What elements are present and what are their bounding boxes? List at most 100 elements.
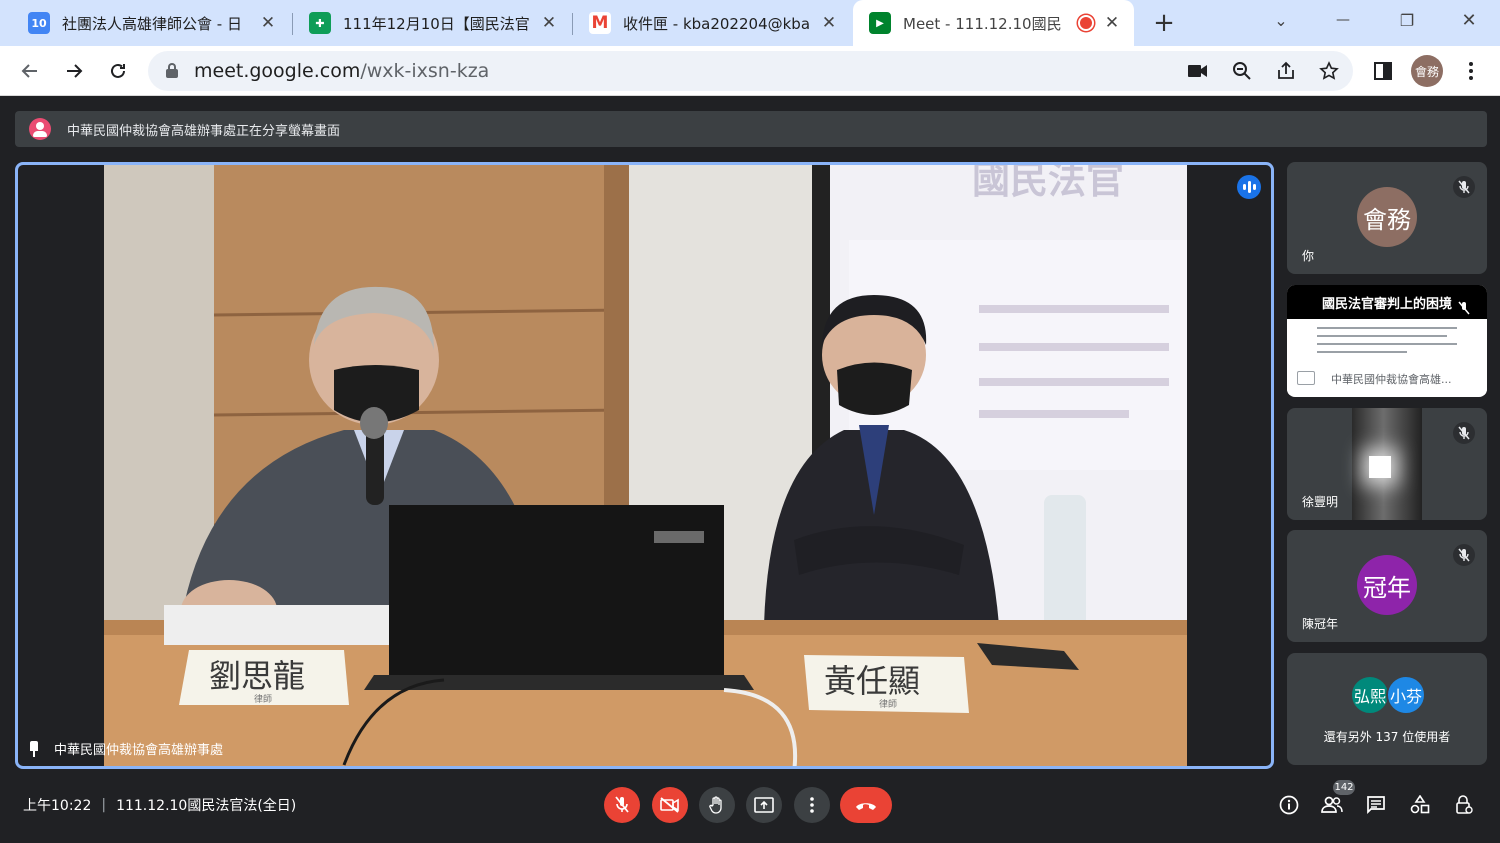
tab-strip: 10 社團法人高雄律師公會 - 日 ✕ ✚ 111年12月10日【國民法官 ✕ … bbox=[0, 0, 1500, 46]
other-participants-tile[interactable]: 弘熙 小芬 還有另外 137 位使用者 bbox=[1287, 653, 1487, 765]
people-button[interactable] bbox=[1319, 792, 1345, 818]
avatar: 會務 bbox=[1357, 187, 1417, 247]
tab-title: Meet - 111.12.10國民 bbox=[903, 14, 1062, 33]
tab-title: 收件匣 - kba202204@kba bbox=[623, 14, 811, 33]
calendar-icon: 10 bbox=[28, 12, 50, 34]
meeting-title: 111.12.10國民法官法(全日) bbox=[116, 798, 297, 814]
chat-button[interactable] bbox=[1363, 792, 1389, 818]
share-icon[interactable] bbox=[1272, 57, 1300, 85]
tab-meet-active[interactable]: ▶ Meet - 111.12.10國民 ✕ bbox=[853, 0, 1134, 46]
screen-share-banner: 中華民國仲裁協會高雄辦事處正在分享螢幕畫面 bbox=[15, 111, 1487, 147]
nameplate-left-sub: 律師 bbox=[254, 693, 272, 705]
close-icon[interactable]: ✕ bbox=[258, 13, 278, 33]
close-icon[interactable]: ✕ bbox=[819, 13, 839, 33]
slide-body: 中華民國仲裁協會高雄... bbox=[1287, 319, 1487, 395]
tab-event-sheet[interactable]: ✚ 111年12月10日【國民法官 ✕ bbox=[293, 0, 571, 46]
mic-off-icon bbox=[1453, 422, 1475, 444]
bookmark-star-icon[interactable] bbox=[1315, 57, 1343, 85]
present-icon bbox=[754, 797, 774, 813]
close-icon[interactable]: ✕ bbox=[1102, 13, 1122, 33]
more-vert-icon bbox=[810, 797, 814, 813]
lock-person-icon bbox=[1456, 795, 1473, 814]
slide-text-line bbox=[1317, 351, 1407, 353]
tab-search-icon[interactable]: ⌄ bbox=[1258, 0, 1304, 40]
person-icon bbox=[29, 118, 51, 140]
tab-title: 社團法人高雄律師公會 - 日 bbox=[62, 14, 242, 33]
presentation-tile[interactable]: 國民法官審判上的困境 中華民國仲裁協會高雄... bbox=[1287, 285, 1487, 397]
tab-title: 111年12月10日【國民法官 bbox=[343, 14, 530, 33]
chat-icon bbox=[1367, 796, 1385, 815]
presentation-caption: 中華民國仲裁協會高雄... bbox=[1331, 373, 1452, 386]
url-host: meet.google.com bbox=[194, 60, 361, 82]
close-icon[interactable]: ✕ bbox=[539, 13, 559, 33]
pin-icon[interactable] bbox=[28, 740, 40, 757]
reload-button[interactable] bbox=[102, 55, 134, 87]
backdrop-text: 國民法官 bbox=[972, 165, 1124, 202]
raise-hand-button[interactable] bbox=[699, 787, 735, 823]
participant-name: 陳冠年 bbox=[1302, 617, 1339, 631]
camera-toggle-button[interactable] bbox=[652, 787, 688, 823]
nameplate-left: 劉思龍 bbox=[209, 657, 305, 695]
lock-icon[interactable] bbox=[166, 63, 178, 79]
participant-name: 徐豐明 bbox=[1302, 495, 1339, 509]
url-text[interactable]: meet.google.com/wxk-ixsn-kza bbox=[194, 60, 489, 82]
slide-text-line bbox=[1317, 327, 1457, 329]
new-tab-button[interactable]: + bbox=[1150, 8, 1178, 38]
presenter-name: 中華民國仲裁協會高雄辦事處 bbox=[54, 743, 224, 758]
camera-off-icon bbox=[660, 797, 679, 813]
mic-toggle-button[interactable] bbox=[604, 787, 640, 823]
guannian-tile[interactable]: 冠年 陳冠年 bbox=[1287, 530, 1487, 642]
side-panel-icon[interactable] bbox=[1369, 57, 1397, 85]
present-screen-button[interactable] bbox=[746, 787, 782, 823]
profile-avatar[interactable]: 會務 bbox=[1411, 55, 1443, 87]
minimize-button[interactable]: — bbox=[1320, 0, 1366, 40]
camera-tile[interactable]: 徐豐明 bbox=[1287, 408, 1487, 520]
back-button[interactable] bbox=[14, 55, 46, 87]
hand-icon bbox=[709, 796, 722, 814]
main-video-tile[interactable]: 國民法官 劉思龍 律師 黃任顯 律師 中華民國仲裁協會高雄辦事處 bbox=[15, 162, 1274, 769]
meeting-details-button[interactable] bbox=[1276, 792, 1302, 818]
avatar-group: 弘熙 小芬 bbox=[1350, 675, 1430, 715]
present-screen-icon bbox=[1297, 371, 1315, 385]
tab-gmail[interactable]: M 收件匣 - kba202204@kba ✕ bbox=[573, 0, 851, 46]
hang-up-icon bbox=[856, 803, 876, 810]
browser-toolbar: meet.google.com/wxk-ixsn-kza 會務 bbox=[0, 46, 1500, 96]
tile-name-row: 中華民國仲裁協會高雄辦事處 bbox=[28, 739, 223, 758]
meeting-info: 上午10:22 | 111.12.10國民法官法(全日) bbox=[23, 795, 296, 815]
restore-button[interactable]: ❐ bbox=[1384, 0, 1430, 40]
reload-icon bbox=[111, 63, 125, 78]
light-glare bbox=[1369, 456, 1391, 478]
avatar: 弘熙 bbox=[1350, 675, 1390, 715]
people-icon bbox=[1321, 796, 1343, 813]
host-controls-button[interactable] bbox=[1451, 792, 1477, 818]
meet-icon: ▶ bbox=[869, 12, 891, 34]
sheets-icon: ✚ bbox=[309, 12, 331, 34]
more-options-button[interactable] bbox=[794, 787, 830, 823]
forward-button[interactable] bbox=[58, 55, 90, 87]
slide-text-line bbox=[1317, 343, 1457, 345]
separator: | bbox=[101, 797, 107, 813]
presenter-video: 國民法官 劉思龍 律師 黃任顯 律師 bbox=[104, 165, 1187, 766]
clock-time: 上午10:22 bbox=[23, 798, 92, 814]
video-frame-illustration: 國民法官 劉思龍 律師 黃任顯 律師 bbox=[104, 165, 1187, 766]
address-bar[interactable]: meet.google.com/wxk-ixsn-kza bbox=[148, 51, 1353, 91]
camera-in-use-icon[interactable] bbox=[1184, 57, 1212, 85]
mic-off-icon bbox=[1453, 176, 1475, 198]
zoom-icon[interactable] bbox=[1228, 57, 1256, 85]
slide-text-line bbox=[1317, 335, 1447, 337]
recording-icon bbox=[1078, 15, 1094, 31]
info-icon bbox=[1279, 795, 1299, 815]
nameplate-right-sub: 律師 bbox=[879, 698, 897, 710]
participant-name: 你 bbox=[1302, 249, 1315, 263]
tab-lawyers-association[interactable]: 10 社團法人高雄律師公會 - 日 ✕ bbox=[12, 0, 290, 46]
leave-call-button[interactable] bbox=[840, 787, 892, 823]
nameplate-right: 黃任顯 bbox=[824, 662, 920, 700]
self-tile[interactable]: 會務 你 bbox=[1287, 162, 1487, 274]
url-path: /wxk-ixsn-kza bbox=[360, 60, 490, 82]
people-count-badge: 142 bbox=[1333, 780, 1355, 795]
gmail-icon: M bbox=[589, 12, 611, 34]
more-menu-icon[interactable] bbox=[1457, 57, 1485, 85]
activities-button[interactable] bbox=[1407, 792, 1433, 818]
close-window-button[interactable]: ✕ bbox=[1446, 0, 1492, 40]
speaking-indicator-icon bbox=[1237, 175, 1261, 199]
